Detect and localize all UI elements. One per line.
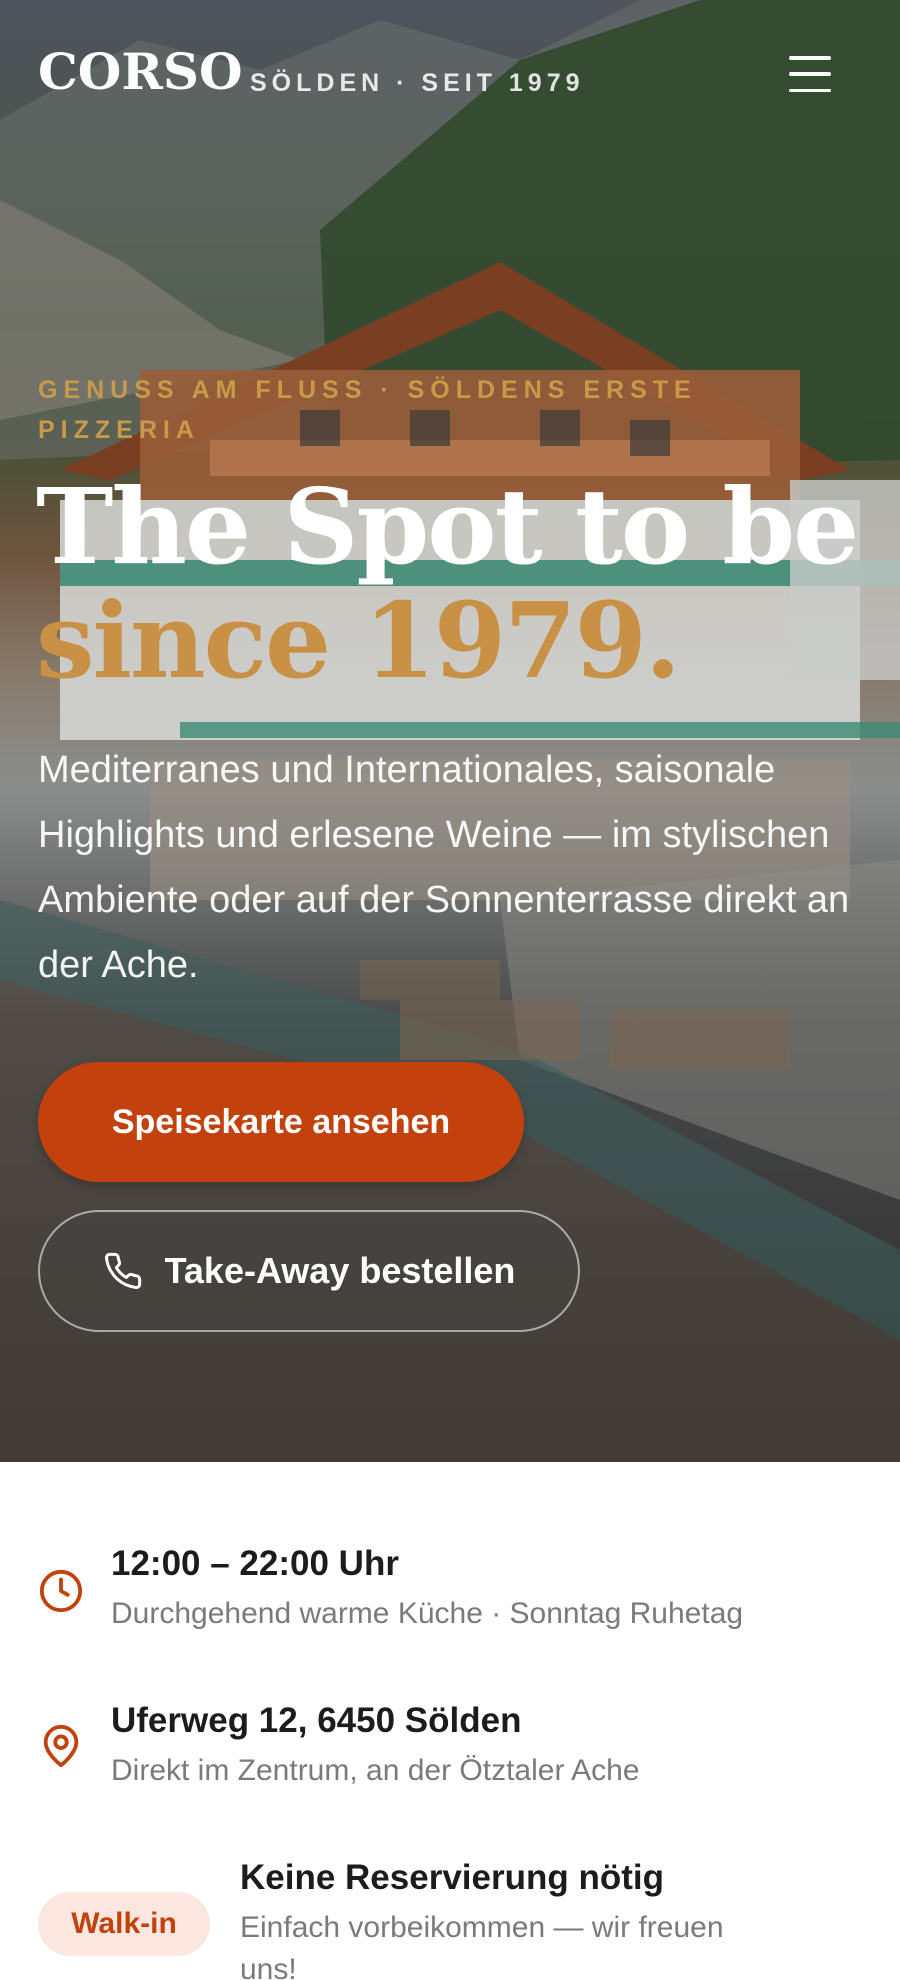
address-subtitle: Direkt im Zentrum, an der Ötztaler Ache xyxy=(111,1754,640,1787)
menu-card-button-label: Speisekarte ansehen xyxy=(111,1102,451,1141)
logo[interactable]: CORSO xyxy=(38,44,243,100)
walk-in-subtitle-line-2: uns! xyxy=(240,1953,297,1980)
menu-card-button[interactable]: Speisekarte ansehen xyxy=(38,1062,524,1182)
hamburger-menu-icon-bar xyxy=(789,88,831,92)
hamburger-menu-icon-bar xyxy=(789,72,831,76)
hero-headline: The Spot to be since 1979. xyxy=(36,470,876,698)
phone-icon xyxy=(104,1252,141,1289)
walk-in-badge-label: Walk-in xyxy=(71,1907,177,1940)
hero-eyebrow: GENUSS AM FLUSS · SÖLDENS ERSTE PIZZERIA xyxy=(38,376,697,444)
hero-section: CORSO SÖLDEN · SEIT 1979 GENUSS AM FLUSS… xyxy=(0,0,900,1462)
walk-in-subtitle-line-1: Einfach vorbeikommen — wir freuen xyxy=(240,1911,724,1944)
take-away-button[interactable]: Take-Away bestellen xyxy=(38,1210,580,1332)
headline-line-1: The Spot to be xyxy=(36,465,859,588)
walk-in-badge: Walk-in xyxy=(38,1892,210,1956)
take-away-button-label: Take-Away bestellen xyxy=(164,1250,516,1291)
logo-tagline: SÖLDEN · SEIT 1979 xyxy=(250,69,585,97)
opening-hours-subtitle: Durchgehend warme Küche · Sonntag Ruheta… xyxy=(111,1597,744,1630)
clock-icon xyxy=(39,1569,83,1613)
menu-button[interactable] xyxy=(788,54,832,94)
headline-line-2: since 1979. xyxy=(36,579,681,702)
hero-lead-text: Mediterranes und Internationales, saison… xyxy=(38,749,850,986)
map-pin-icon xyxy=(43,1725,79,1768)
opening-hours-title: 12:00 – 22:00 Uhr xyxy=(111,1544,399,1583)
walk-in-title: Keine Reservierung nötig xyxy=(240,1858,664,1897)
address-title[interactable]: Uferweg 12, 6450 Sölden xyxy=(111,1699,521,1743)
hamburger-menu-icon xyxy=(789,56,831,60)
